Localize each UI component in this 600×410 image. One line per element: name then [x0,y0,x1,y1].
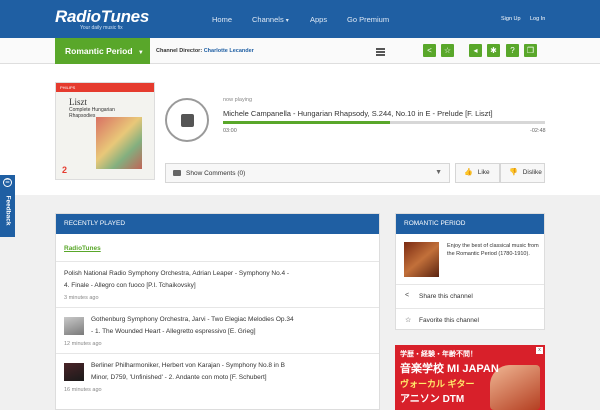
login-link[interactable]: Log In [530,16,545,22]
recently-played-header: RECENTLY PLAYED [56,214,379,234]
channel-name: Romantic Period [65,46,133,56]
site-logo[interactable]: RadioTunes [55,7,149,27]
album-art [96,117,142,169]
thumbs-up-icon: 👍 [464,169,473,176]
track-title: Michele Campanella - Hungarian Rhapsody,… [223,109,493,118]
help-icon[interactable]: ? [506,44,519,57]
nav-home[interactable]: Home [212,15,232,24]
radiotunes-channel-link[interactable]: RadioTunes [64,245,101,252]
nav-channels[interactable]: Channels ▾ [252,15,289,24]
channel-bar: Romantic Period ▼ Channel Director: Char… [0,38,600,64]
track-name: Gothenburg Symphony Orchestra, Jarvi - T… [91,316,294,335]
ad-line-3: ヴォーカル ギター [400,379,475,389]
ad-close-icon[interactable]: x [536,347,543,354]
album-cover: PHILIPS Liszt Complete Hungarian Rhapsod… [55,82,155,180]
progress-bar[interactable] [223,121,545,124]
comments-count: (0) [237,170,246,177]
feedback-label: Feedback [4,195,12,226]
channel-director: Channel Director: Charlotte Lecander [156,48,254,54]
progress-fill [223,121,391,124]
dislike-label: Dislike [522,169,542,176]
thumbs-down-icon: 👎 [509,169,518,176]
album-composer: Liszt [69,97,87,107]
feedback-icon: ☰ [3,178,12,187]
played-time: 16 minutes ago [64,387,102,393]
grid-icon[interactable] [376,48,385,56]
romantic-period-panel: ROMANTIC PERIOD Enjoy the best of classi… [395,213,545,330]
dislike-button[interactable]: 👎 Dislike [500,163,545,183]
favorite-channel-label: Favorite this channel [419,317,479,324]
signup-link[interactable]: Sign Up [501,16,521,22]
comment-icon [173,170,181,176]
played-time: 12 minutes ago [64,341,102,347]
feedback-tab[interactable]: ☰ Feedback [0,175,15,237]
album-thumbnail [64,363,84,381]
share-channel-label: Share this channel [419,293,473,300]
advertisement-banner[interactable]: 学歴・経験・年齢不問！ 音楽学校 MI JAPAN ヴォーカル ギター アニソン… [395,345,545,410]
list-item[interactable]: Polish National Radio Symphony Orchestra… [56,261,379,307]
director-label: Channel Director: [156,48,203,54]
channel-selector[interactable]: Romantic Period ▼ [55,38,150,64]
track-name: Berliner Philharmoniker, Herbert von Kar… [91,362,286,381]
star-icon[interactable]: ☆ [441,44,454,57]
show-comments-button[interactable]: Show Comments (0) ▼ [165,163,450,183]
channel-description: Enjoy the best of classical music from t… [447,243,539,257]
album-thumbnail [64,317,84,335]
ad-line-1: 学歴・経験・年齢不問！ [400,351,477,358]
share-icon: < [405,292,410,299]
recently-played-panel: RECENTLY PLAYED RadioTunes Polish Nation… [55,213,380,410]
stop-button[interactable] [165,98,209,142]
settings-icon[interactable]: ✱ [487,44,500,57]
site-tagline: Your daily music fix [80,25,123,31]
volume-icon[interactable]: ◂ [469,44,482,57]
romantic-period-header: ROMANTIC PERIOD [396,214,544,234]
album-label-bar: PHILIPS [56,83,154,92]
comments-label: Show Comments (0) [186,170,246,177]
popout-icon[interactable]: ❐ [524,44,537,57]
remaining-time: -02:48 [530,128,546,134]
nav-go-premium[interactable]: Go Premium [347,15,389,24]
caret-down-icon: ▼ [435,169,442,176]
like-label: Like [477,169,490,176]
caret-down-icon: ▼ [137,50,144,56]
player-section: PHILIPS Liszt Complete Hungarian Rhapsod… [0,64,600,195]
channel-thumbnail [404,242,439,277]
elapsed-time: 03:00 [223,128,237,134]
list-item[interactable]: Gothenburg Symphony Orchestra, Jarvi - T… [56,307,379,353]
stop-icon [181,114,194,127]
director-name[interactable]: Charlotte Lecander [204,48,254,54]
chevron-down-icon: ▾ [285,18,289,24]
nav-apps[interactable]: Apps [310,15,327,24]
list-item[interactable]: Berliner Philharmoniker, Herbert von Kar… [56,353,379,399]
track-name: Polish National Radio Symphony Orchestra… [64,270,290,289]
share-icon[interactable]: < [423,44,436,57]
ad-line-2: 音楽学校 MI JAPAN [400,363,499,375]
favorite-channel-button[interactable]: ☆ Favorite this channel [396,308,544,332]
nav-channels-label: Channels [252,15,284,24]
album-volume-badge: 2 [62,165,68,175]
played-time: 3 minutes ago [64,295,99,301]
like-button[interactable]: 👍 Like [455,163,500,183]
share-channel-button[interactable]: < Share this channel [396,284,544,308]
top-navbar: RadioTunes Your daily music fix Home Cha… [0,0,600,38]
star-icon: ☆ [405,317,412,324]
now-playing-label: now playing [223,97,253,103]
ad-line-4: アニソン DTM [400,394,465,405]
